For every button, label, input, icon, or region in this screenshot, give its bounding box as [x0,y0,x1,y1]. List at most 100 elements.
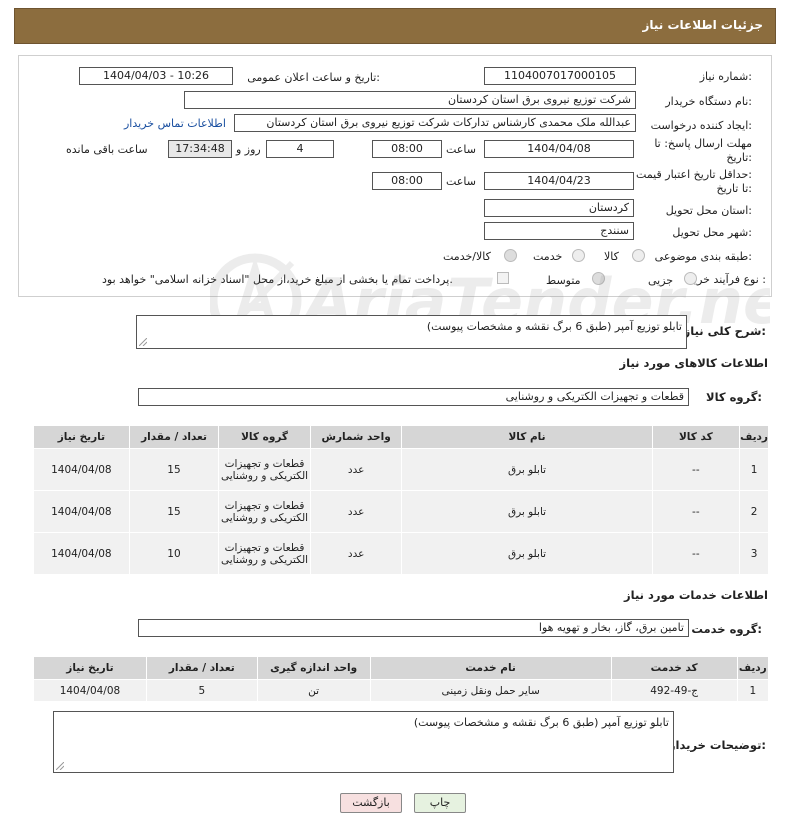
table-row: 1404/04/08 15 قطعات و تجهیزات الکتریکی و… [33,490,769,533]
deadline-days-field: 4 [266,140,334,158]
table-row: 1404/04/08 5 تن سایر حمل ونقل زمینی ج-49… [33,679,770,702]
col-row: ردیف [736,656,770,680]
cell-date: 1404/04/08 [33,679,147,702]
remaining-time-field: 17:34:48 [168,140,232,158]
cell-unit: عدد [309,448,403,491]
cell-code: ج-49-492 [610,679,738,702]
buyer-org-field: شرکت توزیع نیروی برق استان کردستان [184,91,636,109]
buyer-org-label: نام دستگاه خریدار: [665,95,752,108]
category-option-goods: کالا [604,250,619,263]
category-radio-service[interactable] [572,249,585,262]
services-group-field: تامین برق، گاز، بخار و تهویه هوا [138,619,689,637]
services-table-header: تاریخ نیاز تعداد / مقدار واحد اندازه گیر… [33,656,770,680]
col-qty: تعداد / مقدار [145,656,258,680]
process-option-medium: متوسط [546,274,581,287]
buyer-notes-label: توضیحات خریدار: [668,738,766,752]
col-service-code: کد خدمت [610,656,738,680]
back-button[interactable]: بازگشت [340,793,402,813]
goods-table: تاریخ نیاز تعداد / مقدار گروه کالا واحد … [33,425,769,575]
cell-unit: تن [256,679,371,702]
goods-group-label: گروه کالا: [706,390,762,404]
services-section-title: اطلاعات خدمات مورد نیاز [624,588,768,602]
treasury-payment-checkbox[interactable] [497,272,509,284]
validity-date-field: 1404/04/23 [484,172,634,190]
requester-field: عبدالله ملک محمدی کارشناس تدارکات شرکت ت… [234,114,636,132]
services-group-label: گروه خدمت: [691,622,762,636]
cell-code: -- [651,532,741,575]
province-field: کردستان [484,199,634,217]
page-header: جزئیات اطلاعات نیاز [14,8,776,44]
cell-group: قطعات و تجهیزات الکتریکی و روشنایی [218,490,311,533]
cell-qty: 15 [128,448,220,491]
cell-row: 3 [739,532,769,575]
table-row: 1404/04/08 15 قطعات و تجهیزات الکتریکی و… [33,448,769,491]
validity-label: حداقل تاریخ اعتبار قیمت: تا تاریخ: [636,168,752,196]
need-number-field: 1104007017000105 [484,67,636,85]
goods-section-title: اطلاعات کالاهای مورد نیاز [619,356,768,370]
process-option-minor: جزیی [648,274,674,287]
cell-row: 1 [736,679,770,702]
col-goods-name: نام کالا [401,425,653,449]
cell-code: -- [651,448,741,491]
process-label: نوع فرآیند خرید : [688,273,766,286]
category-option-goods-service: کالا/خدمت [443,250,491,263]
announce-field: 1404/04/03 - 10:26 [79,67,233,85]
cell-group: قطعات و تجهیزات الکتریکی و روشنایی [218,532,311,575]
process-radio-medium[interactable] [592,272,605,285]
col-goods-group: گروه کالا [218,425,311,449]
validity-time-label: ساعت [446,175,476,188]
cell-group: قطعات و تجهیزات الکتریکی و روشنایی [218,448,311,491]
deadline-label: مهلت ارسال پاسخ: تا تاریخ: [654,137,752,165]
cell-date: 1404/04/08 [33,490,130,533]
goods-group-field: قطعات و تجهیزات الکتریکی و روشنایی [138,388,689,406]
category-option-service: خدمت [533,250,563,263]
col-qty: تعداد / مقدار [128,425,220,449]
buyer-contact-link[interactable]: اطلاعات تماس خریدار [124,117,226,130]
buyer-notes-text: تابلو توزیع آمپر (طبق 6 برگ نقشه و مشخصا… [413,716,669,729]
print-button[interactable]: چاپ [414,793,466,813]
cell-name: تابلو برق [401,448,653,491]
process-radio-minor[interactable] [684,272,697,285]
col-unit: واحد شمارش [309,425,403,449]
city-field: سنندج [484,222,634,240]
col-service-name: نام خدمت [369,656,612,680]
deadline-date-field: 1404/04/08 [484,140,634,158]
cell-unit: عدد [309,490,403,533]
deadline-time-field: 08:00 [372,140,442,158]
cell-name: تابلو برق [401,532,653,575]
cell-name: سایر حمل ونقل زمینی [369,679,612,702]
col-goods-code: کد کالا [651,425,741,449]
cell-qty: 10 [128,532,220,575]
province-label: استان محل تحویل: [665,204,752,217]
remaining-time-label: ساعت باقی مانده [66,143,148,156]
services-table: تاریخ نیاز تعداد / مقدار واحد اندازه گیر… [33,656,770,702]
category-radio-goods[interactable] [632,249,645,262]
deadline-label-line2: تاریخ: [726,151,752,164]
cell-unit: عدد [309,532,403,575]
category-radio-goods-service[interactable] [504,249,517,262]
col-need-date: تاریخ نیاز [33,656,147,680]
page-title: جزئیات اطلاعات نیاز [642,18,763,32]
goods-table-header: تاریخ نیاز تعداد / مقدار گروه کالا واحد … [33,425,769,449]
cell-qty: 15 [128,490,220,533]
cell-name: تابلو برق [401,490,653,533]
resize-grip-icon[interactable] [139,338,147,346]
validity-time-field: 08:00 [372,172,442,190]
validity-label-line1: حداقل تاریخ اعتبار قیمت: [636,168,752,181]
cell-date: 1404/04/08 [33,532,130,575]
validity-label-line2: تا تاریخ: [716,182,752,195]
col-unit: واحد اندازه گیری [256,656,371,680]
resize-grip-icon[interactable] [56,762,64,770]
need-number-label: شماره نیاز: [699,70,752,83]
deadline-label-line1: مهلت ارسال پاسخ: تا [654,137,752,150]
announce-label: تاریخ و ساعت اعلان عمومی: [247,71,380,84]
cell-row: 2 [739,490,769,533]
city-label: شهر محل تحویل: [672,226,752,239]
description-text: تابلو توزیع آمپر (طبق 6 برگ نقشه و مشخصا… [426,320,682,333]
col-need-date: تاریخ نیاز [33,425,130,449]
cell-date: 1404/04/08 [33,448,130,491]
description-field: تابلو توزیع آمپر (طبق 6 برگ نقشه و مشخصا… [136,315,687,349]
cell-row: 1 [739,448,769,491]
category-label: طبقه بندی موضوعی: [654,250,752,263]
requester-label: ایجاد کننده درخواست: [650,119,752,132]
